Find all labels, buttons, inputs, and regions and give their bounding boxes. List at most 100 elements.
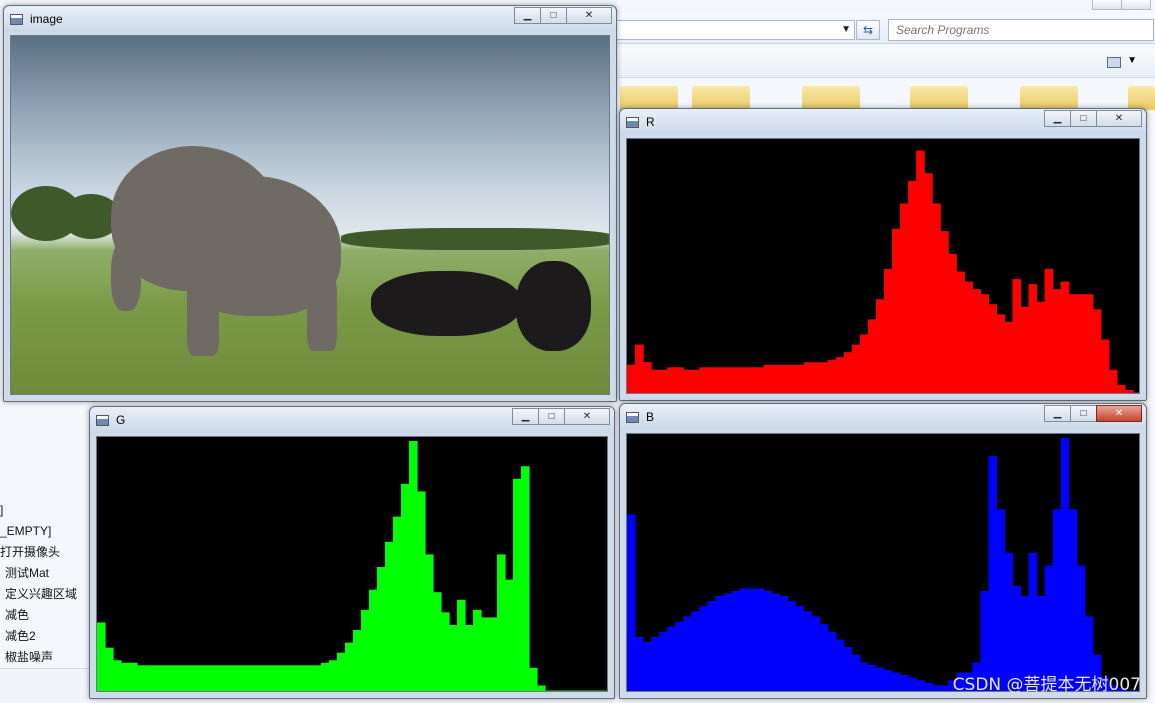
view-options-icon[interactable] <box>1107 57 1121 68</box>
histogram-bar <box>747 588 757 691</box>
folder-icon[interactable] <box>620 86 678 110</box>
folder-icon[interactable] <box>910 86 968 110</box>
list-item[interactable]: 减色2 <box>0 626 88 647</box>
histogram-bar <box>385 541 394 691</box>
image-window[interactable]: image ▁ □ ✕ <box>3 5 617 402</box>
list-item[interactable]: 椒盐噪声 <box>0 647 88 668</box>
histogram-bar <box>795 606 805 691</box>
histogram-bar <box>908 180 917 393</box>
histogram-bar <box>1012 279 1022 393</box>
histogram-bar <box>265 665 274 691</box>
histogram-bar <box>1052 509 1062 691</box>
red-histogram-window[interactable]: R ▁ □ ✕ <box>619 108 1147 401</box>
histogram-canvas <box>626 138 1140 394</box>
histogram-bar <box>1108 369 1118 393</box>
minimize-icon: ▁ <box>1053 408 1062 419</box>
histogram-bar <box>875 667 885 691</box>
histogram-bar <box>924 682 933 691</box>
histogram-bar <box>683 369 692 393</box>
refresh-icon: ⇆ <box>862 23 874 37</box>
maximize-button[interactable]: □ <box>540 7 567 24</box>
list-item[interactable]: 测试Mat <box>0 563 88 584</box>
window-title: R <box>646 115 655 129</box>
list-item[interactable]: 定义兴趣区域 <box>0 584 88 605</box>
histogram-bar <box>843 647 853 691</box>
minimize-icon: ▁ <box>1053 113 1062 124</box>
list-item[interactable]: ] <box>0 500 88 521</box>
histogram-bar <box>827 359 837 393</box>
folder-icon[interactable] <box>1128 86 1155 110</box>
minimize-button[interactable]: ▁ <box>512 408 539 425</box>
close-button[interactable]: ✕ <box>1096 110 1142 127</box>
list-item[interactable]: 减色 <box>0 605 88 626</box>
histogram-bar <box>457 599 466 691</box>
histogram-bar <box>521 466 530 691</box>
window-control-button[interactable] <box>1092 0 1122 10</box>
histogram-bar <box>980 294 990 393</box>
histogram-bar <box>209 665 218 691</box>
histogram-bar <box>892 228 901 393</box>
histogram-bar <box>393 516 402 691</box>
histogram-bar <box>916 680 925 691</box>
chevron-down-icon[interactable]: ▼ <box>1127 55 1137 66</box>
elephant-leg <box>187 276 219 356</box>
app-icon <box>626 412 639 423</box>
maximize-button[interactable]: □ <box>1070 110 1097 127</box>
maximize-icon: □ <box>548 411 555 422</box>
histogram-bar <box>201 665 210 691</box>
green-histogram-window[interactable]: G ▁ □ ✕ <box>89 406 615 699</box>
maximize-button[interactable]: □ <box>538 408 565 425</box>
histogram-bar <box>297 665 306 691</box>
chevron-down-icon[interactable]: ▼ <box>841 24 851 35</box>
close-button[interactable]: ✕ <box>566 7 612 24</box>
title-bar[interactable]: G ▁ □ ✕ <box>90 407 614 433</box>
histogram-bar <box>417 491 426 691</box>
histogram-bar <box>875 299 885 393</box>
folder-icon[interactable] <box>692 86 750 110</box>
histogram-bar <box>1004 321 1014 393</box>
histogram-bar <box>956 271 965 393</box>
histogram-bar <box>401 483 410 691</box>
close-button[interactable]: ✕ <box>1096 405 1142 422</box>
histogram-bar <box>489 617 498 691</box>
close-icon: ✕ <box>1114 408 1124 419</box>
histogram-bar <box>707 367 716 393</box>
histogram-bar <box>1060 281 1070 393</box>
search-input[interactable] <box>889 20 1153 40</box>
title-bar[interactable]: B ▁ □ ✕ <box>620 404 1146 430</box>
maximize-button[interactable]: □ <box>1070 405 1097 422</box>
minimize-button[interactable]: ▁ <box>514 7 541 24</box>
list-item[interactable]: 打开摄像头 <box>0 542 88 563</box>
histogram-bar <box>900 675 909 691</box>
histogram-bar <box>185 665 194 691</box>
histogram-bar <box>361 609 370 691</box>
histogram-bar <box>593 690 602 691</box>
list-item[interactable]: _EMPTY] <box>0 521 88 542</box>
blue-histogram-window[interactable]: B ▁ □ ✕ <box>619 403 1147 699</box>
histogram-bar <box>377 567 386 691</box>
minimize-button[interactable]: ▁ <box>1044 405 1071 422</box>
address-dropdown[interactable]: ▼ <box>610 20 855 40</box>
histogram-bar <box>273 665 282 691</box>
title-bar[interactable]: image ▁ □ ✕ <box>4 6 616 32</box>
search-box[interactable] <box>888 19 1154 41</box>
close-button[interactable]: ✕ <box>564 408 610 425</box>
window-control-button[interactable] <box>1121 0 1151 10</box>
histogram-bar <box>601 690 607 691</box>
histogram-bar <box>161 665 170 691</box>
histogram-bar <box>481 617 490 691</box>
histogram-bar <box>900 203 909 393</box>
title-bar[interactable]: R ▁ □ ✕ <box>620 109 1146 135</box>
folder-icon[interactable] <box>802 86 860 110</box>
watermark-text: CSDN @菩提本无树007 <box>952 675 1141 695</box>
histogram-canvas <box>96 436 608 692</box>
histogram-bar <box>569 690 578 691</box>
histogram-bar <box>940 231 949 393</box>
histogram-bar <box>1068 294 1078 393</box>
maximize-icon: □ <box>1080 113 1087 124</box>
minimize-button[interactable]: ▁ <box>1044 110 1071 127</box>
refresh-button[interactable]: ⇆ <box>856 20 880 40</box>
histogram-bar <box>771 593 781 691</box>
folder-icon[interactable] <box>1020 86 1078 110</box>
histogram-bar <box>771 364 781 393</box>
